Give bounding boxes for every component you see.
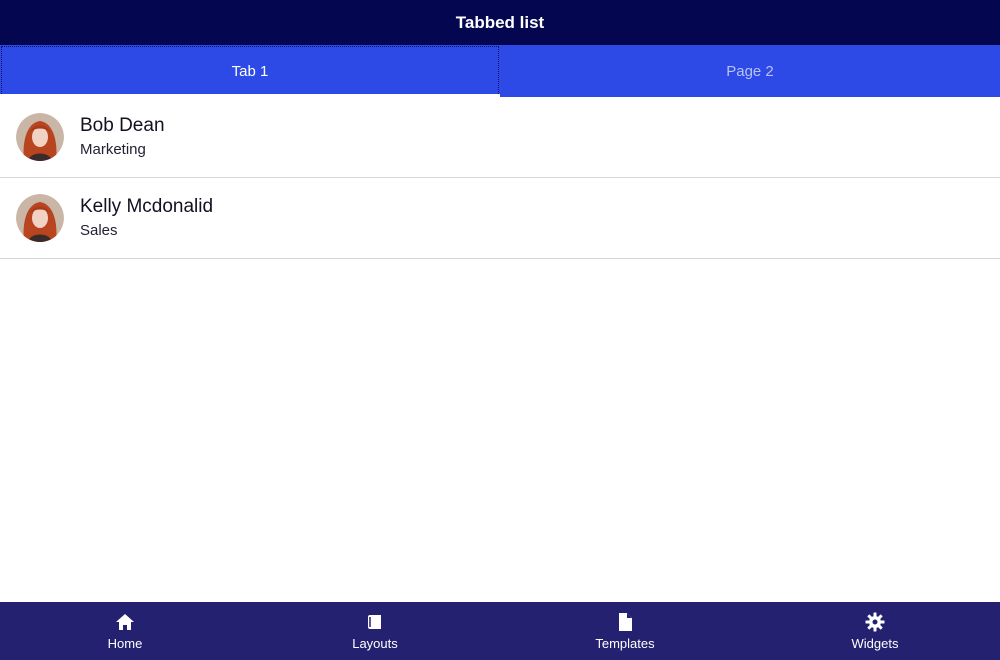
document-icon	[619, 612, 632, 631]
contact-department: Marketing	[80, 140, 146, 158]
nav-home[interactable]: Home	[0, 602, 250, 660]
home-icon	[116, 613, 134, 630]
avatar	[16, 194, 64, 242]
nav-widgets[interactable]: Widgets	[750, 602, 1000, 660]
tab-1[interactable]: Tab 1	[0, 45, 500, 97]
page-title: Tabbed list	[455, 12, 545, 32]
tab-page-2[interactable]: Page 2	[500, 45, 1000, 97]
tab-bar: Tab 1 Page 2	[0, 45, 1000, 97]
app-header: Tabbed list	[0, 0, 1000, 45]
nav-layouts[interactable]: Layouts	[250, 602, 500, 660]
tab-1-label: Tab 1	[231, 62, 269, 80]
gear-icon	[865, 612, 885, 631]
tab-page-2-label: Page 2	[726, 62, 774, 80]
book-icon	[368, 614, 381, 629]
nav-layouts-label: Layouts	[352, 635, 398, 651]
contact-department: Sales	[80, 221, 118, 239]
contact-list: Bob Dean Marketing Kelly Mcdonalid Sales	[0, 97, 1000, 259]
bottom-navigation: Home Layouts Templates Widgets	[0, 602, 1000, 660]
nav-widgets-label: Widgets	[851, 635, 899, 651]
contact-name: Bob Dean	[80, 114, 165, 136]
list-item[interactable]: Kelly Mcdonalid Sales	[0, 178, 1000, 259]
contact-name: Kelly Mcdonalid	[80, 195, 214, 217]
nav-templates[interactable]: Templates	[500, 602, 750, 660]
nav-templates-label: Templates	[595, 635, 655, 651]
list-item[interactable]: Bob Dean Marketing	[0, 97, 1000, 178]
avatar	[16, 113, 64, 161]
nav-home-label: Home	[107, 635, 143, 651]
